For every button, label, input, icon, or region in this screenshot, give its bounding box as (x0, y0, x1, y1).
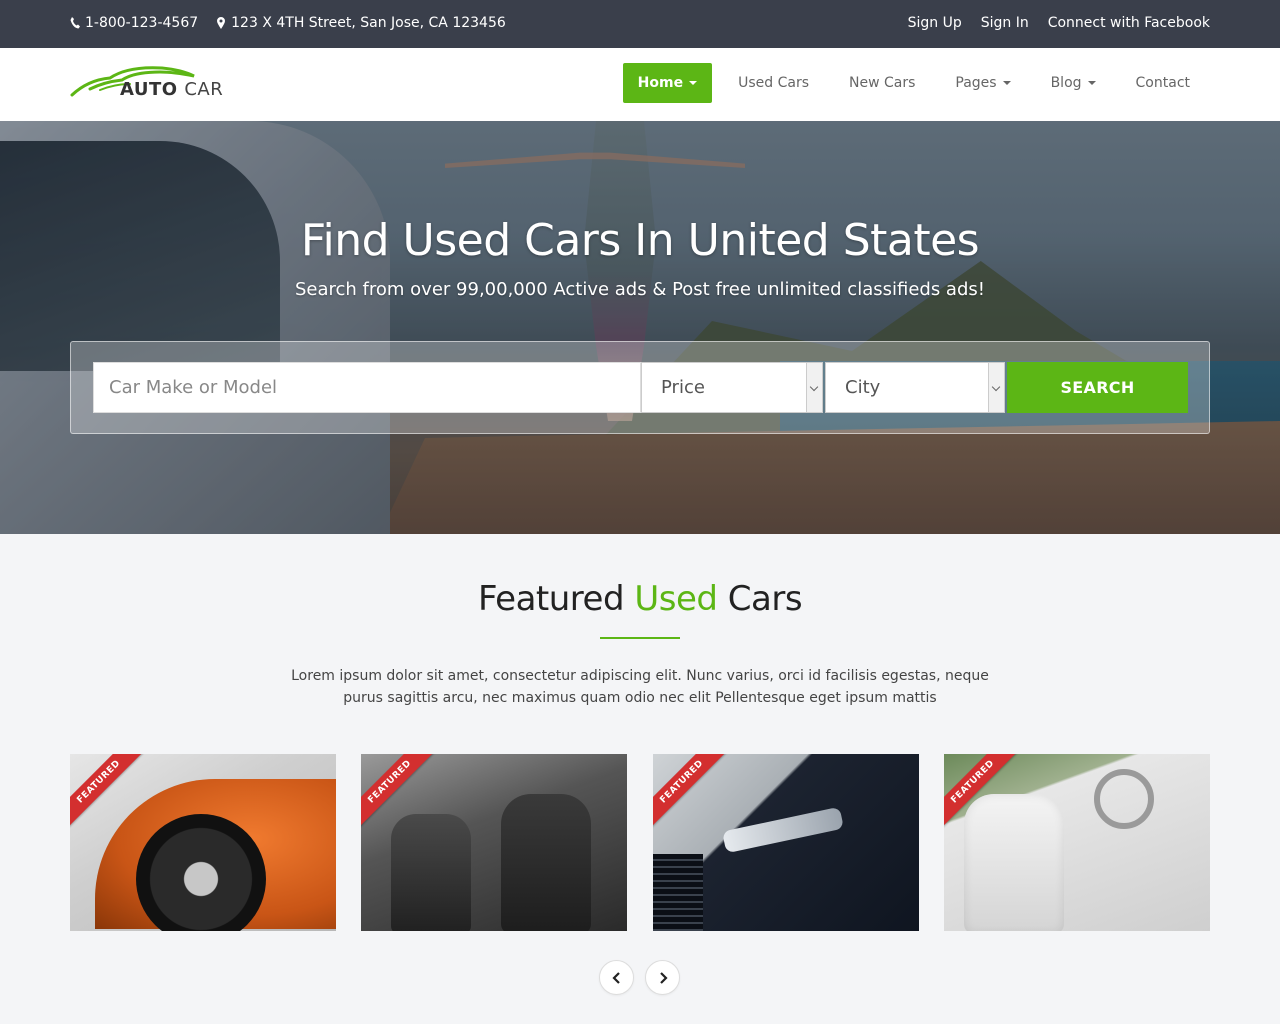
hero-overlay (0, 121, 1280, 534)
chevron-down-icon (988, 363, 1004, 412)
city-select[interactable]: City (825, 362, 1005, 413)
car-headlight-shape (722, 806, 844, 854)
featured-description: Lorem ipsum dolor sit amet, consectetur … (291, 668, 989, 706)
featured-car-card[interactable]: FEATURED (944, 754, 1210, 931)
connect-facebook-link[interactable]: Connect with Facebook (1048, 15, 1210, 31)
price-select-label: Price (661, 377, 705, 398)
logo-word-auto: AUTO (120, 79, 178, 100)
nav-new-cars-label: New Cars (849, 75, 916, 91)
nav-pages[interactable]: Pages (935, 63, 1030, 103)
hero-title: Find Used Cars In United States (300, 215, 980, 266)
car-seat-shape (964, 794, 1064, 931)
search-panel: Car Make or Model Price City SEARCH (70, 341, 1210, 434)
featured-title-end: Cars (717, 579, 803, 619)
main-navbar: AUTO CAR Home Used Cars New Cars Pages B… (0, 48, 1280, 121)
phone-contact[interactable]: 1-800-123-4567 (70, 15, 198, 31)
steering-wheel-shape (1094, 769, 1154, 829)
chevron-left-icon (611, 971, 620, 984)
top-bar: 1-800-123-4567 123 X 4TH Street, San Jos… (0, 0, 1280, 48)
price-select[interactable]: Price (641, 362, 823, 413)
nav-blog-label: Blog (1050, 75, 1082, 91)
map-marker-icon (217, 17, 226, 29)
phone-number: 1-800-123-4567 (85, 15, 199, 31)
address-text: 123 X 4TH Street, San Jose, CA 123456 (231, 15, 506, 31)
caret-down-icon (689, 81, 698, 85)
featured-title-start: Featured (477, 579, 635, 619)
nav-blog[interactable]: Blog (1031, 63, 1116, 103)
nav-menu: Home Used Cars New Cars Pages Blog Conta… (622, 63, 1210, 103)
car-make-model-input[interactable]: Car Make or Model (93, 362, 641, 413)
nav-pages-label: Pages (955, 75, 997, 91)
nav-contact[interactable]: Contact (1116, 63, 1210, 103)
featured-car-card[interactable]: FEATURED (361, 754, 627, 931)
caret-down-icon (1002, 81, 1011, 85)
nav-used-cars[interactable]: Used Cars (718, 63, 829, 103)
chevron-right-icon (659, 971, 668, 984)
logo-word-car: CAR (184, 79, 224, 100)
search-button[interactable]: SEARCH (1007, 362, 1188, 413)
nav-contact-label: Contact (1135, 75, 1190, 91)
car-seat-shape (501, 794, 591, 931)
address-contact: 123 X 4TH Street, San Jose, CA 123456 (216, 15, 506, 31)
caret-down-icon (1087, 81, 1096, 85)
phone-icon (70, 17, 80, 29)
site-logo[interactable]: AUTO CAR (70, 64, 223, 104)
hero-subtitle: Search from over 99,00,000 Active ads & … (295, 279, 985, 300)
car-grill-shape (653, 854, 703, 931)
nav-new-cars[interactable]: New Cars (829, 63, 935, 103)
carousel-prev-button[interactable] (599, 960, 634, 995)
sign-up-link[interactable]: Sign Up (908, 15, 962, 31)
logo-text: AUTO CAR (120, 79, 223, 100)
featured-car-card[interactable]: FEATURED (653, 754, 919, 931)
carousel-next-button[interactable] (645, 960, 680, 995)
featured-car-card[interactable]: FEATURED (70, 754, 336, 931)
sign-in-link[interactable]: Sign In (981, 15, 1029, 31)
car-seat-shape (391, 814, 471, 931)
city-select-label: City (845, 377, 881, 398)
hero-banner: Find Used Cars In United States Search f… (0, 121, 1280, 534)
nav-home[interactable]: Home (622, 63, 713, 103)
nav-used-cars-label: Used Cars (738, 75, 809, 91)
title-underline (600, 637, 680, 639)
featured-title-accent: Used (634, 579, 718, 619)
nav-home-label: Home (637, 75, 684, 91)
featured-section-title: Featured Used Cars (0, 579, 1280, 619)
chevron-down-icon (806, 363, 822, 412)
